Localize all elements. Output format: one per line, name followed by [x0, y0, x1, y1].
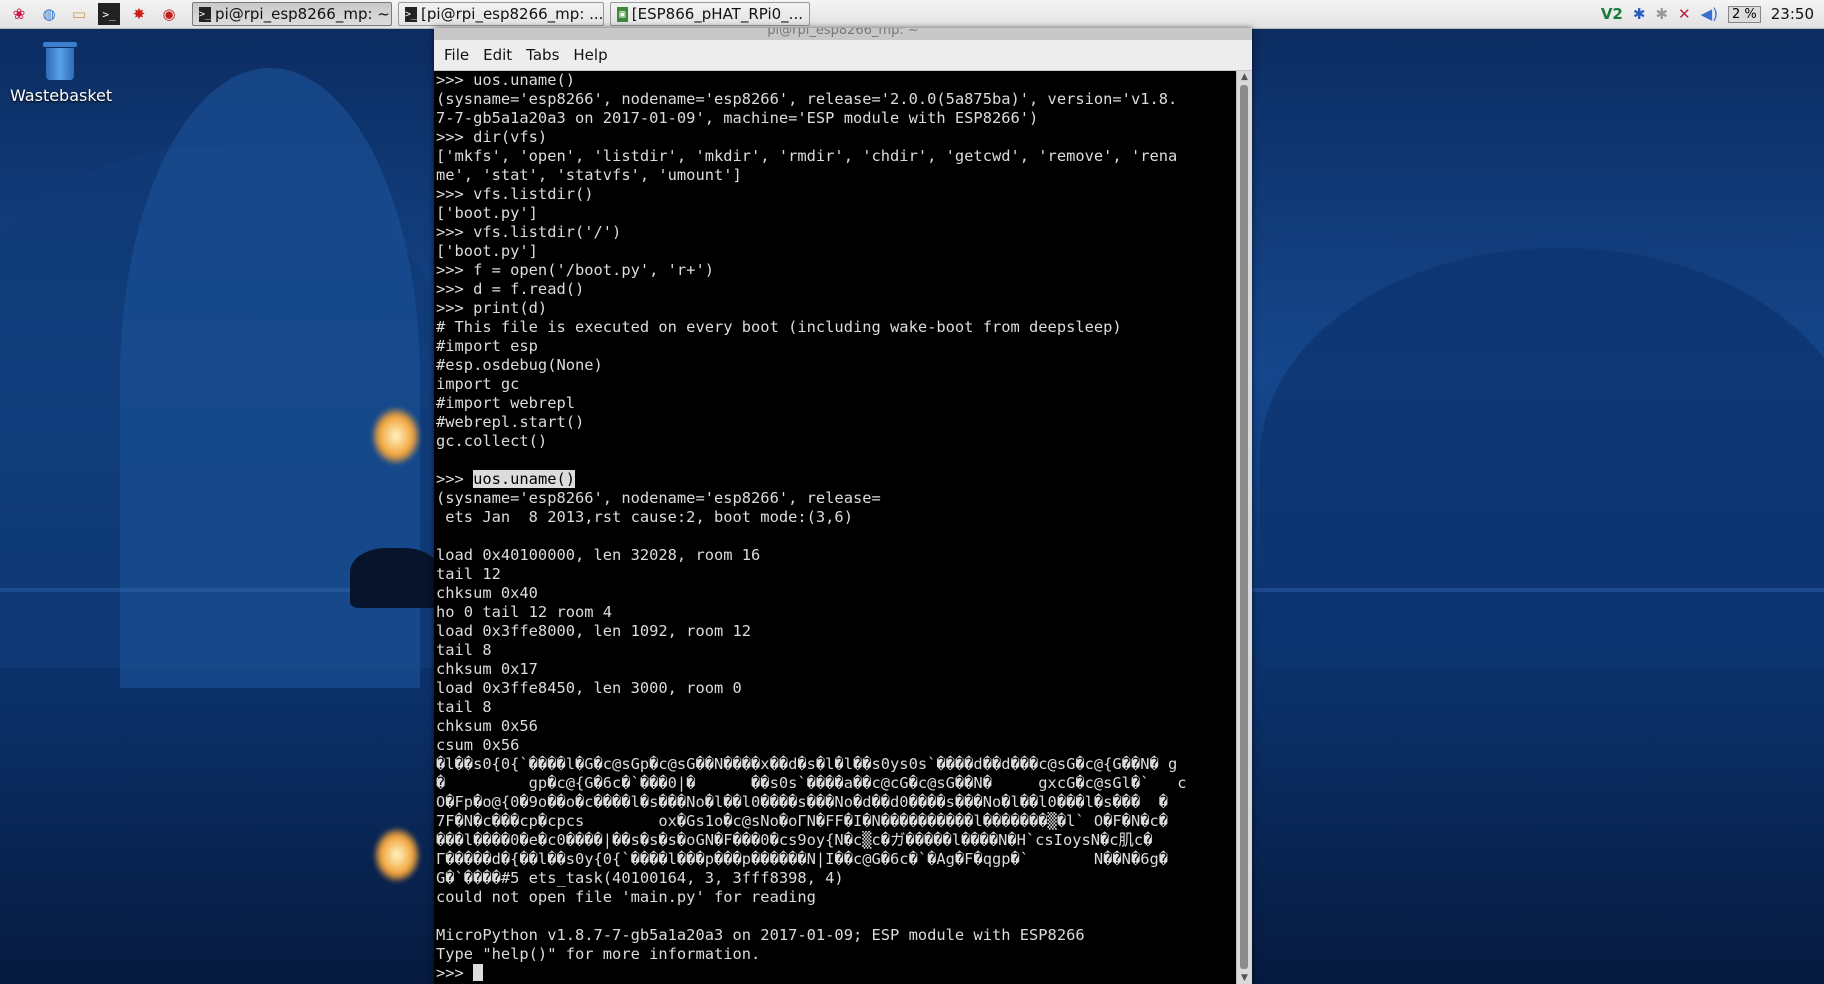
raspberry-menu-icon[interactable]: ❀	[8, 3, 30, 25]
terminal-line: MicroPython v1.8.7-7-gb5a1a20a3 on 2017-…	[436, 926, 1085, 944]
terminal-output[interactable]: >>> uos.uname() (sysname='esp8266', noden…	[436, 71, 1236, 982]
image-viewer-icon: ▣	[617, 6, 628, 22]
terminal-line: ['boot.py']	[436, 204, 538, 222]
selected-text[interactable]: uos.uname()	[473, 470, 576, 488]
terminal-line: could not open file 'main.py' for readin…	[436, 888, 816, 906]
taskbar-task-1[interactable]: >_ pi@rpi_esp8266_mp: ~	[192, 2, 392, 26]
terminal-line: � gp�c@{G�6c�`���0|� ��s0s`����a��c@cG�c…	[436, 774, 1187, 792]
terminal-line: # This file is executed on every boot (i…	[436, 318, 1122, 336]
terminal-line: load 0x3ffe8000, len 1092, room 12	[436, 622, 752, 640]
clock[interactable]: 23:50	[1771, 5, 1814, 23]
terminal-line: tail 8	[436, 641, 492, 659]
text-cursor	[473, 964, 484, 981]
taskbar-task-3[interactable]: ▣ [ESP866_pHAT_RPi0_...	[610, 2, 810, 26]
mathematica-icon[interactable]: ◉	[158, 3, 180, 25]
terminal-line: me', 'stat', 'statvfs', 'umount']	[436, 166, 742, 184]
scrollbar-thumb[interactable]	[1240, 85, 1248, 969]
taskbar-task-label: [ESP866_pHAT_RPi0_...	[631, 5, 803, 23]
task-list: >_ pi@rpi_esp8266_mp: ~ >_ [pi@rpi_esp8266_…	[186, 2, 810, 26]
terminal-line: Type "help()" for more information.	[436, 945, 761, 963]
prompt: >>>	[436, 470, 474, 488]
prompt: >>>	[436, 964, 474, 982]
terminal-line: chksum 0x56	[436, 717, 538, 735]
vnc-icon[interactable]: V2	[1601, 5, 1623, 23]
menu-bar: File Edit Tabs Help	[434, 40, 1252, 71]
terminal-icon[interactable]: >_	[98, 3, 120, 25]
terminal-line: chksum 0x17	[436, 660, 538, 678]
terminal-line: >>> vfs.listdir('/')	[436, 223, 622, 241]
terminal-icon: >_	[405, 6, 418, 22]
scroll-up-icon[interactable]: ▲	[1237, 71, 1252, 83]
terminal-line: tail 8	[436, 698, 492, 716]
taskbar-task-2[interactable]: >_ [pi@rpi_esp8266_mp: ...	[398, 2, 604, 26]
cpu-monitor[interactable]: 2 %	[1728, 5, 1761, 23]
file-manager-icon[interactable]: ▭	[68, 3, 90, 25]
terminal-line: (sysname='esp8266', nodename='esp8266', …	[436, 90, 1178, 108]
wolfram-icon[interactable]: ✸	[128, 3, 150, 25]
menu-help[interactable]: Help	[573, 46, 607, 64]
terminal-line: (sysname='esp8266', nodename='esp8266', …	[436, 489, 881, 507]
launcher-group: ❀ ◍ ▭ >_ ✸ ◉	[0, 3, 180, 25]
terminal-line: csum 0x56	[436, 736, 520, 754]
vertical-scrollbar[interactable]: ▲ ▼	[1236, 71, 1252, 984]
terminal-line: ['boot.py']	[436, 242, 538, 260]
terminal-line: ['mkfs', 'open', 'listdir', 'mkdir', 'rm…	[436, 147, 1178, 165]
bluetooth-off-icon[interactable]: ✱	[1655, 5, 1668, 23]
terminal-line: >>>	[436, 964, 1236, 982]
bluetooth-icon[interactable]: ✱	[1633, 5, 1646, 23]
wastebasket-desktop-icon[interactable]: Wastebasket	[10, 42, 113, 105]
terminal-line: >>> f = open('/boot.py', 'r+')	[436, 261, 714, 279]
menu-edit[interactable]: Edit	[483, 46, 512, 64]
terminal-line: �l��s0{0{`����l�G�c@sGp�c@sG��N����x��d�…	[436, 755, 1178, 773]
menu-tabs[interactable]: Tabs	[526, 46, 559, 64]
terminal-line: #webrepl.start()	[436, 413, 585, 431]
terminal-line: >>> dir(vfs)	[436, 128, 548, 146]
taskbar-task-label: [pi@rpi_esp8266_mp: ...	[421, 5, 604, 23]
terminal-line: load 0x3ffe8450, len 3000, room 0	[436, 679, 742, 697]
terminal-line: G�`����#5 ets_task(40100164, 3, 3fff8398…	[436, 869, 844, 887]
terminal-line: tail 12	[436, 565, 501, 583]
terminal-line: >>> print(d)	[436, 299, 548, 317]
terminal-line: >>> uos.uname()	[436, 470, 1236, 489]
menu-file[interactable]: File	[444, 46, 469, 64]
terminal-line: import gc	[436, 375, 520, 393]
terminal-line: 7-7-gb5a1a20a3 on 2017-01-09', machine='…	[436, 109, 1039, 127]
network-disconnected-icon[interactable]: ✕	[1678, 5, 1691, 23]
terminal-line: ���l����0�e�c0����|��s�s�s�oGN�F���0�cs9…	[436, 831, 1153, 849]
terminal-line: O�Fp�o@{0�9o��o�c����l�s���No�l��l0����s…	[436, 793, 1169, 811]
web-browser-icon[interactable]: ◍	[38, 3, 60, 25]
terminal-line: #import webrepl	[436, 394, 575, 412]
terminal-line: load 0x40100000, len 32028, room 16	[436, 546, 761, 564]
terminal-icon: >_	[199, 6, 212, 22]
terminal-line: #import esp	[436, 337, 538, 355]
terminal-line: ets Jan 8 2013,rst cause:2, boot mode:(3…	[436, 508, 853, 526]
volume-icon[interactable]: ◀)	[1701, 5, 1718, 23]
window-title[interactable]: pi@rpi_esp8266_mp: ~	[434, 28, 1252, 40]
terminal-line: gc.collect()	[436, 432, 548, 450]
system-tray: V2 ✱ ✱ ✕ ◀) 2 % 23:50	[1601, 0, 1824, 28]
terminal-line: Γ�����d�{��l��s0y{0{`����l���p���p������…	[436, 850, 1169, 868]
terminal-window[interactable]: pi@rpi_esp8266_mp: ~ File Edit Tabs Help >>…	[434, 28, 1252, 984]
scroll-down-icon[interactable]: ▼	[1237, 972, 1252, 984]
trash-icon	[43, 42, 77, 80]
wastebasket-label: Wastebasket	[10, 86, 113, 105]
terminal-line: chksum 0x40	[436, 584, 538, 602]
terminal-line: 7F�N�c���cp�cpcs ox�Gs1o�c@sNo�oΓN�FF�I�…	[436, 812, 1169, 830]
taskbar: ❀ ◍ ▭ >_ ✸ ◉ >_ pi@rpi_esp8266_mp: ~ >_ [pi@rpi_…	[0, 0, 1824, 29]
terminal-line: ho 0 tail 12 room 4	[436, 603, 613, 621]
terminal-line: >>> uos.uname()	[436, 71, 575, 89]
taskbar-task-label: pi@rpi_esp8266_mp: ~	[215, 5, 390, 23]
terminal-line: >>> d = f.read()	[436, 280, 585, 298]
terminal-line: >>> vfs.listdir()	[436, 185, 594, 203]
terminal-line: #esp.osdebug(None)	[436, 356, 603, 374]
